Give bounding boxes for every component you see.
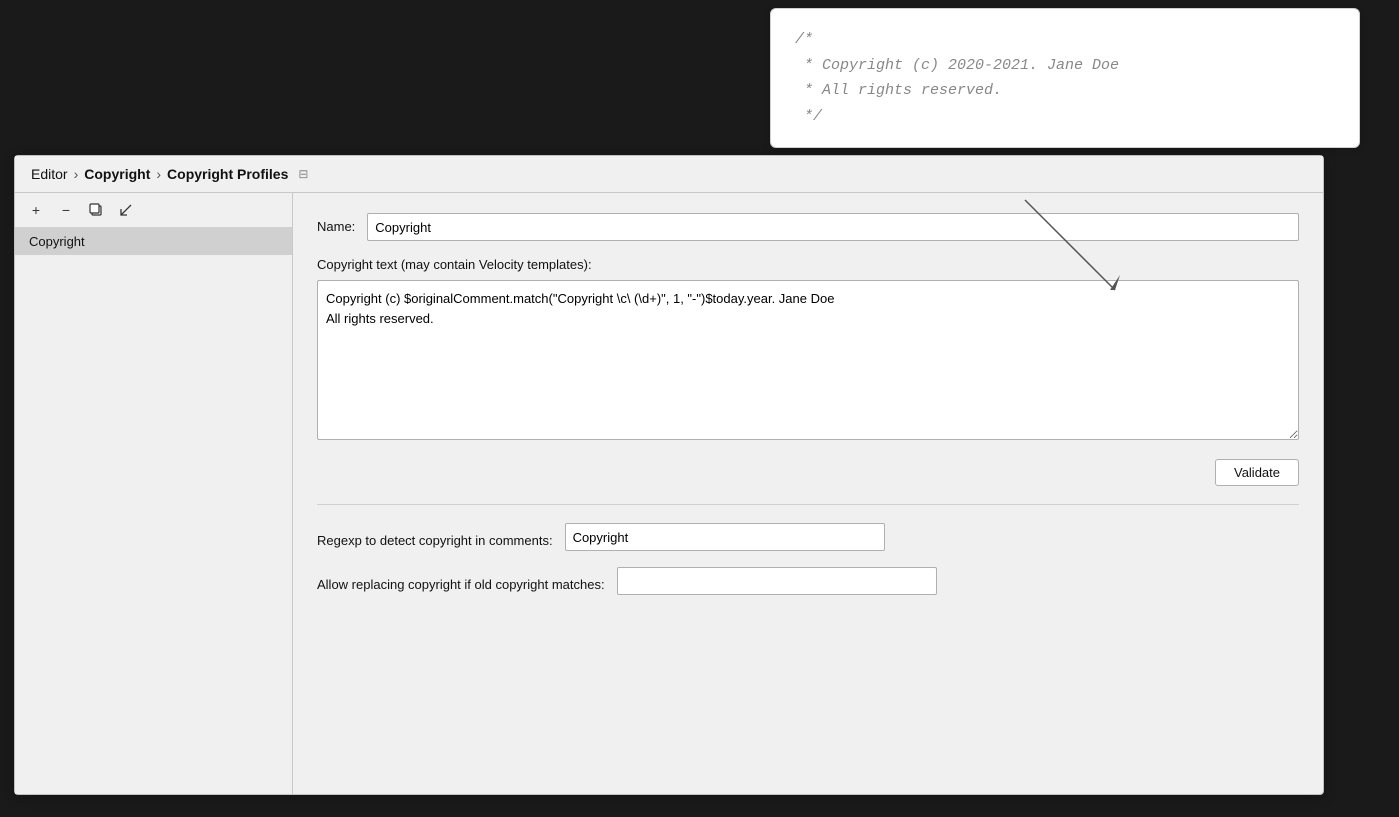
- tooltip-line-3: * All rights reserved.: [795, 78, 1335, 104]
- breadcrumb-editor: Editor: [31, 166, 68, 182]
- preview-tooltip: /* * Copyright (c) 2020-2021. Jane Doe *…: [770, 8, 1360, 148]
- breadcrumb-sep-1: ›: [74, 166, 79, 182]
- tooltip-arrow: [1015, 190, 1135, 310]
- regexp-input[interactable]: [565, 523, 885, 551]
- breadcrumb-copyright-profiles: Copyright Profiles: [167, 166, 288, 182]
- copyright-text-label: Copyright text (may contain Velocity tem…: [317, 257, 1299, 272]
- tooltip-line-1: /*: [795, 27, 1335, 53]
- name-input[interactable]: [367, 213, 1299, 241]
- main-panel: Name: Copyright text (may contain Veloci…: [293, 193, 1323, 794]
- divider-1: [317, 504, 1299, 505]
- allow-row: Allow replacing copyright if old copyrig…: [317, 567, 1299, 595]
- name-label: Name:: [317, 213, 355, 234]
- textarea-wrapper: [317, 280, 1299, 443]
- sidebar-toolbar: + −: [15, 193, 292, 228]
- sidebar: + − Copyright: [15, 193, 293, 794]
- allow-input[interactable]: [617, 567, 937, 595]
- breadcrumb-settings-icon[interactable]: ⊟: [298, 167, 308, 181]
- validate-button[interactable]: Validate: [1215, 459, 1299, 486]
- breadcrumb-sep-2: ›: [156, 166, 161, 182]
- validate-row: Validate: [317, 459, 1299, 486]
- sidebar-item-copyright-label: Copyright: [29, 234, 85, 249]
- copyright-text-input[interactable]: [317, 280, 1299, 440]
- name-row: Name:: [317, 213, 1299, 241]
- copyright-text-section: Copyright text (may contain Velocity tem…: [317, 257, 1299, 443]
- regexp-row: Regexp to detect copyright in comments:: [317, 523, 1299, 551]
- copy-button[interactable]: [83, 199, 109, 221]
- regexp-label: Regexp to detect copyright in comments:: [317, 527, 553, 548]
- remove-button[interactable]: −: [53, 199, 79, 221]
- breadcrumb-copyright: Copyright: [84, 166, 150, 182]
- breadcrumb: Editor › Copyright › Copyright Profiles …: [15, 156, 1323, 193]
- tooltip-line-2: * Copyright (c) 2020-2021. Jane Doe: [795, 53, 1335, 79]
- allow-label: Allow replacing copyright if old copyrig…: [317, 571, 605, 592]
- move-button[interactable]: [113, 199, 139, 221]
- sidebar-item-copyright[interactable]: Copyright: [15, 228, 292, 255]
- add-button[interactable]: +: [23, 199, 49, 221]
- tooltip-line-4: */: [795, 104, 1335, 130]
